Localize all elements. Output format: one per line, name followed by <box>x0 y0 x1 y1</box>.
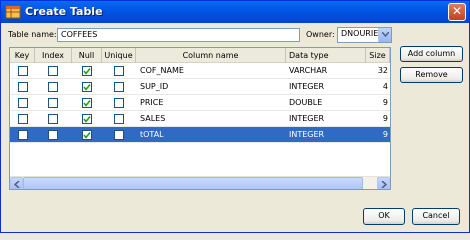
columns-table: Key Index Null Unique Column name Data t… <box>9 47 391 190</box>
index-checkbox[interactable] <box>48 98 58 108</box>
size-cell[interactable]: 4 <box>366 79 390 95</box>
key-checkbox[interactable] <box>18 66 28 76</box>
table-name-label: Table name: <box>8 30 57 39</box>
null-checkbox[interactable] <box>82 98 92 108</box>
header-key[interactable]: Key <box>10 48 35 63</box>
data-type-cell[interactable]: INTEGER <box>287 127 365 143</box>
check-icon <box>83 68 91 75</box>
table-row[interactable]: COF_NAME VARCHAR 32 <box>10 63 390 79</box>
data-type-cell[interactable]: VARCHAR <box>287 63 365 79</box>
check-icon <box>83 116 91 123</box>
scroll-thumb[interactable] <box>23 177 363 189</box>
table-row[interactable]: SALES INTEGER 9 <box>10 111 390 127</box>
table-row[interactable]: PRICE DOUBLE 9 <box>10 95 390 111</box>
owner-select[interactable]: DNOURIE <box>337 27 392 43</box>
chevron-right-icon <box>381 181 387 188</box>
index-checkbox[interactable] <box>48 82 58 92</box>
size-cell[interactable]: 9 <box>366 127 390 143</box>
add-column-button[interactable]: Add column <box>400 46 463 62</box>
null-checkbox[interactable] <box>82 66 92 76</box>
scroll-right-button[interactable] <box>377 177 390 189</box>
unique-checkbox[interactable] <box>114 130 124 140</box>
scroll-left-button[interactable] <box>10 177 23 189</box>
null-checkbox[interactable] <box>82 82 92 92</box>
owner-value: DNOURIE <box>341 29 379 38</box>
table-app-icon <box>5 4 21 20</box>
null-checkbox[interactable] <box>82 130 92 140</box>
column-name-cell[interactable]: SALES <box>138 111 284 127</box>
key-checkbox[interactable] <box>18 130 28 140</box>
close-icon: ✕ <box>451 4 463 18</box>
window-title: Create Table <box>25 5 103 18</box>
data-type-cell[interactable]: INTEGER <box>287 79 365 95</box>
unique-checkbox[interactable] <box>114 98 124 108</box>
header-size[interactable]: Size <box>366 48 390 63</box>
column-name-cell[interactable]: PRICE <box>138 95 284 111</box>
header-column-name[interactable]: Column name <box>136 48 286 63</box>
check-icon <box>83 132 91 139</box>
create-table-dialog: Create Table ✕ Table name: COFFEES Owner… <box>0 0 470 233</box>
column-name-cell[interactable]: SUP_ID <box>138 79 284 95</box>
header-unique[interactable]: Unique <box>102 48 136 63</box>
index-checkbox[interactable] <box>48 114 58 124</box>
unique-checkbox[interactable] <box>114 66 124 76</box>
header-index[interactable]: Index <box>35 48 72 63</box>
cancel-button[interactable]: Cancel <box>412 208 460 225</box>
table-row[interactable]: SUP_ID INTEGER 4 <box>10 79 390 95</box>
horizontal-scrollbar[interactable] <box>10 176 390 189</box>
table-header: Key Index Null Unique Column name Data t… <box>10 48 390 63</box>
null-checkbox[interactable] <box>82 114 92 124</box>
check-icon <box>83 84 91 91</box>
data-type-cell[interactable]: INTEGER <box>287 111 365 127</box>
header-null[interactable]: Null <box>72 48 102 63</box>
title-bar[interactable]: Create Table ✕ <box>1 1 469 23</box>
header-data-type[interactable]: Data type <box>286 48 366 63</box>
size-cell[interactable]: 9 <box>366 95 390 111</box>
table-name-input[interactable]: COFFEES <box>57 28 300 42</box>
key-checkbox[interactable] <box>18 82 28 92</box>
ok-button[interactable]: OK <box>363 208 405 225</box>
unique-checkbox[interactable] <box>114 114 124 124</box>
close-button[interactable]: ✕ <box>448 3 466 21</box>
key-checkbox[interactable] <box>18 98 28 108</box>
owner-label: Owner: <box>306 30 335 39</box>
size-cell[interactable]: 32 <box>366 63 390 79</box>
data-type-cell[interactable]: DOUBLE <box>287 95 365 111</box>
table-row[interactable]: tOTAL INTEGER 9 <box>10 127 390 143</box>
size-cell[interactable]: 9 <box>366 111 390 127</box>
chevron-down-icon[interactable] <box>378 28 391 42</box>
column-name-cell[interactable]: COF_NAME <box>138 63 284 79</box>
index-checkbox[interactable] <box>48 130 58 140</box>
check-icon <box>83 100 91 107</box>
chevron-left-icon <box>14 181 20 188</box>
key-checkbox[interactable] <box>18 114 28 124</box>
unique-checkbox[interactable] <box>114 82 124 92</box>
index-checkbox[interactable] <box>48 66 58 76</box>
column-name-cell[interactable]: tOTAL <box>138 127 284 143</box>
remove-button[interactable]: Remove <box>400 67 463 83</box>
